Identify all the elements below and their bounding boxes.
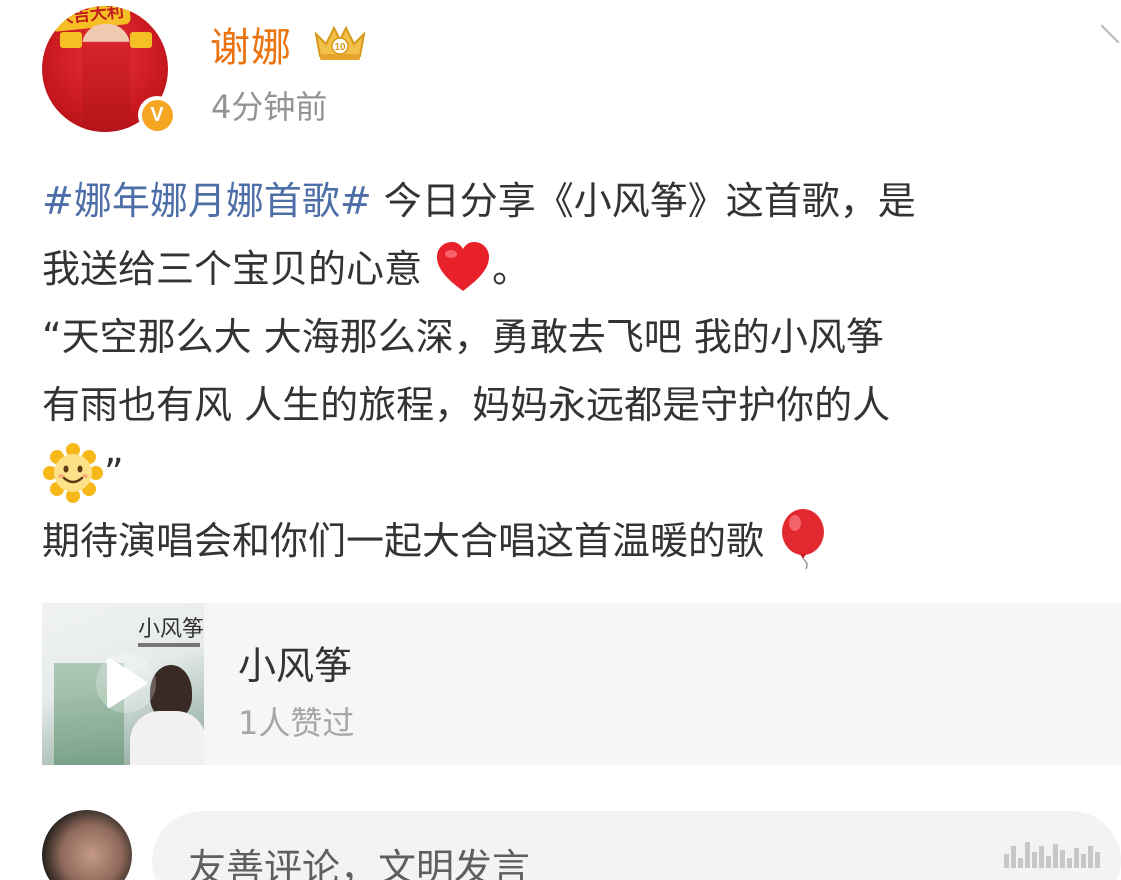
album-person <box>130 711 204 765</box>
music-card[interactable]: 小风筝 小风筝 1人赞过 <box>42 603 1121 765</box>
crown-level: 10 <box>334 42 346 53</box>
avatar-decoration <box>60 32 82 48</box>
post-text-segment: ” <box>104 451 124 495</box>
author-name[interactable]: 谢娜 <box>210 15 292 73</box>
album-cover[interactable]: 小风筝 <box>42 603 204 765</box>
post-text-segment: 。 <box>492 247 531 291</box>
post-text-segment: 我送给三个宝贝的心意 <box>42 247 423 291</box>
post-line-4: 有雨也有风 人生的旅程，妈妈永远都是守护你的人 <box>42 383 891 427</box>
post-line-3: “天空那么大 大海那么深，勇敢去飞吧 我的小风筝 <box>42 315 884 359</box>
album-title: 小风筝 <box>138 617 204 642</box>
post-timestamp: 4分钟前 <box>211 88 328 126</box>
weibo-post-page: 大吉大利 V 谢娜 10 4分钟前 #娜年娜月娜首歌# 今日分享《小风筝》这首歌… <box>0 0 1121 880</box>
post-line-6: 期待演唱会和你们一起大合唱这首温暖的歌 <box>42 507 1121 575</box>
album-subtitle-bar <box>138 643 200 647</box>
play-button[interactable] <box>96 653 156 713</box>
heart-emoji-icon <box>437 241 490 291</box>
hashtag-link[interactable]: #娜年娜月娜首歌# <box>42 179 372 223</box>
post-line-2: 我送给三个宝贝的心意 。 <box>42 235 1121 303</box>
comment-placeholder: 友善评论，文明发言 <box>188 846 531 880</box>
balloon-emoji-icon <box>782 508 825 569</box>
avatar-decoration <box>130 32 152 48</box>
post-text: #娜年娜月娜首歌# 今日分享《小风筝》这首歌，是 我送给三个宝贝的心意 。 “天… <box>42 167 1121 575</box>
post-line-1: #娜年娜月娜首歌# 今日分享《小风筝》这首歌，是 <box>42 167 1121 235</box>
chevron-down-icon[interactable] <box>1098 22 1121 46</box>
verified-badge-icon: V <box>138 96 176 134</box>
vip-crown-icon: 10 <box>314 25 366 60</box>
comment-input[interactable]: 友善评论，文明发言 <box>152 811 1121 880</box>
song-likes-count: 1人赞过 <box>238 704 355 742</box>
commenter-avatar[interactable] <box>42 810 132 880</box>
post-text-segment: 今日分享《小风筝》这首歌，是 <box>371 179 916 223</box>
author-avatar[interactable]: 大吉大利 V <box>42 0 176 135</box>
play-icon <box>107 658 147 708</box>
avatar-figure <box>82 24 130 132</box>
watermark-mark <box>1004 838 1114 868</box>
post-text-segment: 期待演唱会和你们一起大合唱这首温暖的歌 <box>42 519 765 563</box>
sun-face-emoji-icon <box>43 442 103 503</box>
song-title[interactable]: 小风筝 <box>238 635 352 690</box>
post-line-5: ” <box>42 439 1121 507</box>
